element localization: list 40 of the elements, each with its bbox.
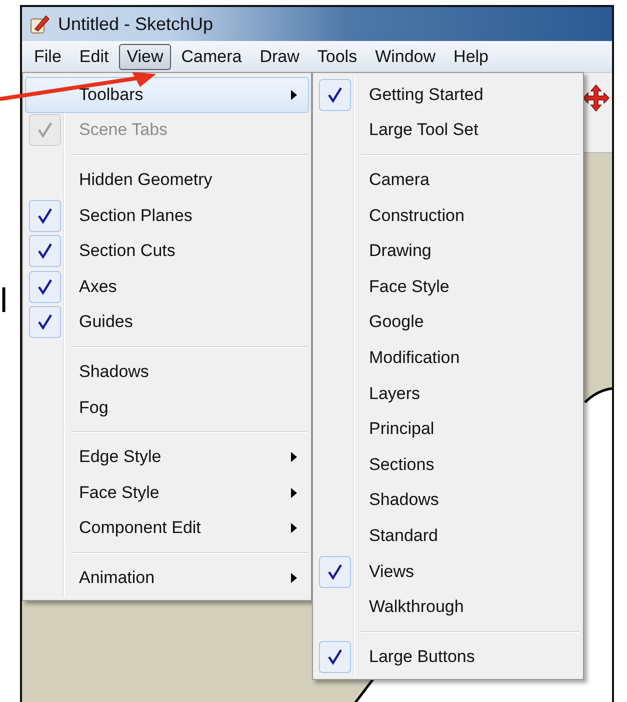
menu-item[interactable]: Shadows [25,354,309,390]
menu-item[interactable]: Construction [315,198,581,234]
menu-item[interactable]: Toolbars [25,77,309,113]
menu-item[interactable]: Getting Started [315,77,581,113]
window-title: Untitled - SketchUp [58,14,214,34]
menu-item[interactable]: Large Buttons [315,638,581,674]
menu-item[interactable]: Drawing [315,233,581,269]
menu-bar-item[interactable]: Window [367,44,444,70]
menu-bar-item[interactable]: Tools [309,44,366,70]
menu-bar-item[interactable]: Edit [71,44,117,70]
menu-item[interactable]: Component Edit [25,510,309,546]
menu-item[interactable]: Views [315,554,581,590]
menu-item[interactable]: Layers [315,376,581,412]
menu-item[interactable]: Face Style [315,268,581,305]
menu-item[interactable]: Fog [25,390,309,426]
menu-item[interactable]: Large Tool Set [315,112,581,148]
menu-item[interactable]: Animation [25,560,309,596]
cut-off-text: l [0,284,8,318]
menu-item[interactable]: Camera [315,162,581,198]
menu-item[interactable]: Principal [315,411,581,447]
menu-bar-item[interactable]: Help [446,44,497,70]
menu-bar-item[interactable]: File [26,44,70,70]
menu-item[interactable]: Axes [25,268,309,305]
menu-item[interactable]: Shadows [315,482,581,518]
menu-item[interactable]: Sections [315,446,581,483]
menu-item[interactable]: Face Style [25,474,309,511]
menu-bar-item[interactable]: View [118,44,172,70]
menu-item[interactable]: Section Planes [25,198,309,234]
menu-bar-item[interactable]: Draw [252,44,308,70]
menu-item[interactable]: Hidden Geometry [25,162,309,198]
menu-item[interactable]: Section Cuts [25,233,309,269]
menu-item[interactable]: Walkthrough [315,589,581,625]
menu-item[interactable]: Edge Style [25,439,309,475]
menu-item[interactable]: Standard [315,518,581,554]
menu-item[interactable]: Modification [315,340,581,376]
pencil-icon [28,13,50,35]
menu-item[interactable]: Guides [25,304,309,340]
menu-bar-item[interactable]: Camera [173,44,250,70]
move-icon[interactable] [582,83,610,113]
menu-item[interactable]: Google [315,304,581,340]
